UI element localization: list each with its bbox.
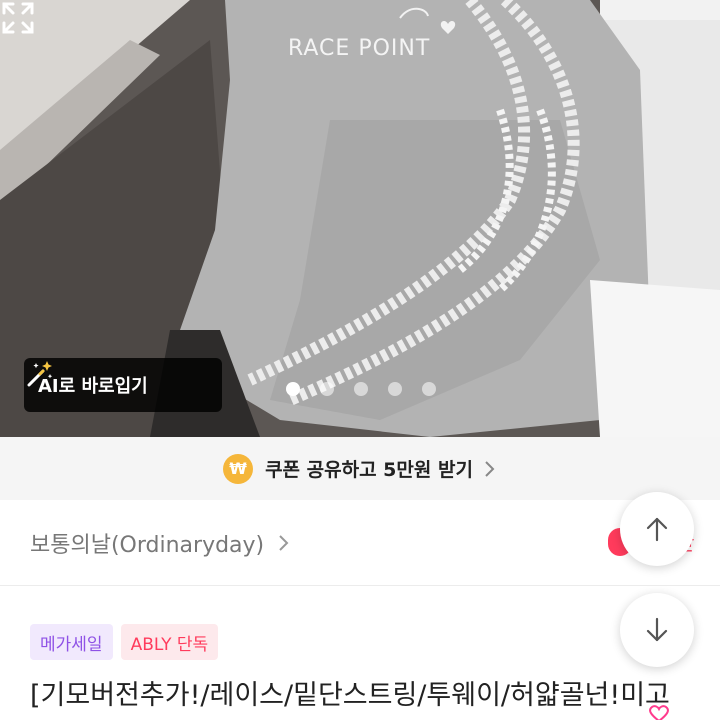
mega-sale-tag: 메가세일 xyxy=(30,624,113,660)
carousel-dot-5[interactable] xyxy=(422,382,436,396)
fullscreen-icon[interactable] xyxy=(0,0,36,36)
product-image-carousel[interactable]: RACE POINT AI로 바로입기 xyxy=(0,0,720,437)
scroll-top-button[interactable] xyxy=(620,492,694,566)
product-title: [기모버전추가!/레이스/밑단스트링/투웨이/허얇골넌!미고 xyxy=(30,680,670,711)
carousel-dot-2[interactable] xyxy=(320,382,334,396)
coupon-share-banner[interactable]: ₩ 쿠폰 공유하고 5만원 받기 xyxy=(0,437,720,500)
magic-wand-icon xyxy=(27,361,53,387)
product-detail-page: RACE POINT AI로 바로입기 ₩ 쿠폰 공유하고 5만원 받기 보통의… xyxy=(0,0,720,720)
carousel-dot-3[interactable] xyxy=(354,382,368,396)
carousel-dot-4[interactable] xyxy=(388,382,402,396)
heart-outline-icon[interactable] xyxy=(646,704,672,720)
scroll-bottom-button[interactable] xyxy=(620,593,694,667)
coupon-share-text: 쿠폰 공유하고 5만원 받기 xyxy=(265,459,473,481)
ably-exclusive-tag: ABLY 단독 xyxy=(120,624,219,660)
ai-try-on-button[interactable]: AI로 바로입기 xyxy=(24,358,222,412)
product-tags: 메가세일 ABLY 단독 xyxy=(30,624,219,660)
store-name-link[interactable]: 보통의날(Ordinaryday) xyxy=(30,527,264,559)
carousel-pagination xyxy=(286,382,436,396)
arrow-up-icon xyxy=(646,517,668,542)
chevron-right-icon xyxy=(279,534,289,551)
won-coin-icon: ₩ xyxy=(223,453,254,484)
garment-print-text: RACE POINT xyxy=(288,36,431,61)
carousel-dot-1[interactable] xyxy=(286,382,300,396)
chevron-right-icon xyxy=(485,460,495,477)
arrow-down-icon xyxy=(646,617,668,642)
